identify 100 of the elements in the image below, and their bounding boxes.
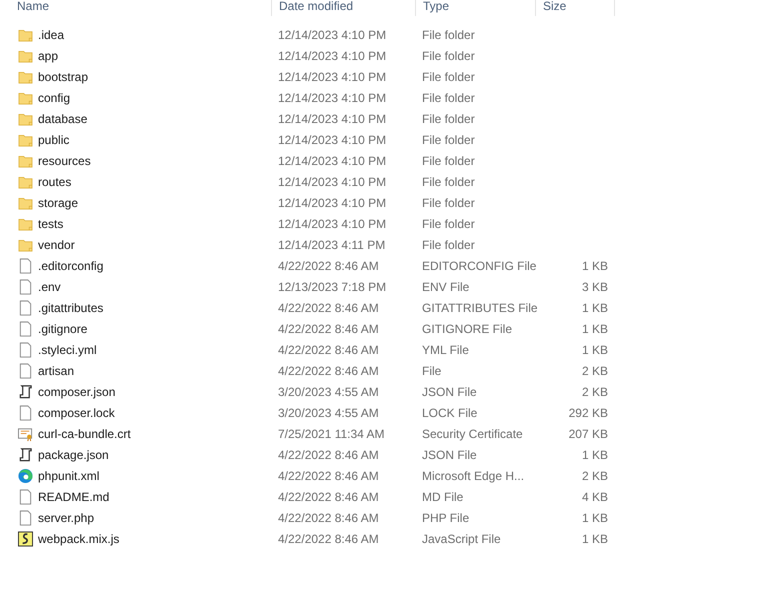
file-name[interactable]: webpack.mix.js [38,532,120,546]
date-modified: 4/22/2022 8:46 AM [278,510,379,524]
file-type: File folder [422,174,475,188]
file-size: 1 KB [582,258,608,272]
date-modified: 4/22/2022 8:46 AM [278,490,379,504]
file-name[interactable]: routes [38,174,72,188]
file-size: 292 KB [568,406,608,420]
file-type: File folder [422,132,475,146]
file-type: JSON File [422,384,477,398]
document-icon [18,342,33,358]
file-name[interactable]: .idea [38,28,64,42]
file-type: MD File [422,490,464,504]
date-modified: 4/22/2022 8:46 AM [278,364,379,378]
date-modified: 4/22/2022 8:46 AM [278,300,379,314]
scroll-icon [18,446,33,462]
file-type: PHP File [422,510,470,524]
file-type: File folder [422,48,475,62]
file-type: JSON File [422,448,477,462]
document-icon [18,404,33,420]
column-header[interactable]: Name [0,0,272,16]
file-type: File folder [422,196,475,210]
document-icon [18,258,33,274]
file-name[interactable]: database [38,112,88,126]
file-name[interactable]: composer.json [38,384,116,398]
file-type: GITIGNORE File [422,322,512,336]
date-modified: 12/14/2023 4:10 PM [278,174,386,188]
file-name[interactable]: README.md [38,490,110,504]
date-modified: 4/22/2022 8:46 AM [278,322,379,336]
file-name[interactable]: vendor [38,238,75,252]
date-modified: 12/13/2023 7:18 PM [278,280,386,294]
date-modified: 12/14/2023 4:10 PM [278,48,386,62]
file-name[interactable]: config [38,90,70,104]
date-modified: 3/20/2023 4:55 AM [278,406,379,420]
file-type: ENV File [422,280,470,294]
file-size: 2 KB [582,468,608,482]
file-type: File folder [422,112,475,126]
file-size: 1 KB [582,322,608,336]
file-type: File folder [422,28,475,42]
column-header[interactable]: Type [416,0,536,16]
file-name[interactable]: .styleci.yml [38,342,97,356]
file-name[interactable]: phpunit.xml [38,468,100,482]
document-icon [18,362,33,378]
file-name[interactable]: artisan [38,364,74,378]
certificate-icon [18,426,33,442]
date-modified: 12/14/2023 4:10 PM [278,154,386,168]
date-modified: 7/25/2021 11:34 AM [278,426,385,440]
file-name[interactable]: .gitignore [38,322,88,336]
file-name[interactable]: server.php [38,510,94,524]
document-icon [18,510,33,526]
file-type: YML File [422,342,469,356]
file-type: File folder [422,90,475,104]
file-type: File folder [422,238,475,252]
file-size: 2 KB [582,384,608,398]
file-name[interactable]: app [38,48,58,62]
scroll-icon [18,384,33,400]
file-name[interactable]: tests [38,216,64,230]
date-modified: 4/22/2022 8:46 AM [278,532,379,546]
file-type: File folder [422,70,475,84]
file-name[interactable]: curl-ca-bundle.crt [38,426,131,440]
file-name[interactable]: public [38,132,70,146]
file-type: Security Certificate [422,426,523,440]
date-modified: 12/14/2023 4:10 PM [278,216,386,230]
date-modified: 4/22/2022 8:46 AM [278,448,379,462]
date-modified: 4/22/2022 8:46 AM [278,258,379,272]
file-name[interactable]: .env [38,280,61,294]
document-icon [18,300,33,316]
date-modified: 12/14/2023 4:10 PM [278,112,386,126]
date-modified: 12/14/2023 4:10 PM [278,196,386,210]
file-type: Microsoft Edge H... [422,468,524,482]
file-name[interactable]: composer.lock [38,406,115,420]
date-modified: 12/14/2023 4:10 PM [278,90,386,104]
document-icon [18,320,33,336]
document-icon [18,488,33,504]
file-type: LOCK File [422,406,478,420]
script-file-icon [18,530,33,546]
file-type: JavaScript File [422,532,501,546]
file-name[interactable]: resources [38,154,91,168]
file-name[interactable]: .editorconfig [38,258,104,272]
browser-icon [18,468,33,484]
document-icon [18,278,33,294]
file-name[interactable]: storage [38,196,78,210]
file-size: 1 KB [582,532,608,546]
date-modified: 12/14/2023 4:10 PM [278,70,386,84]
date-modified: 12/14/2023 4:10 PM [278,132,386,146]
file-size: 1 KB [582,448,608,462]
column-header[interactable]: Size [536,0,615,16]
date-modified: 3/20/2023 4:55 AM [278,384,379,398]
column-header[interactable]: Date modified [272,0,416,16]
file-size: 207 KB [568,426,608,440]
date-modified: 12/14/2023 4:10 PM [278,28,386,42]
file-size: 1 KB [582,510,608,524]
file-name[interactable]: .gitattributes [38,300,104,314]
file-type: GITATTRIBUTES File [422,300,538,314]
file-size: 4 KB [582,490,608,504]
file-size: 1 KB [582,300,608,314]
file-size: 2 KB [582,364,608,378]
date-modified: 4/22/2022 8:46 AM [278,468,379,482]
file-name[interactable]: bootstrap [38,70,88,84]
date-modified: 12/14/2023 4:11 PM [278,238,386,252]
file-name[interactable]: package.json [38,448,109,462]
